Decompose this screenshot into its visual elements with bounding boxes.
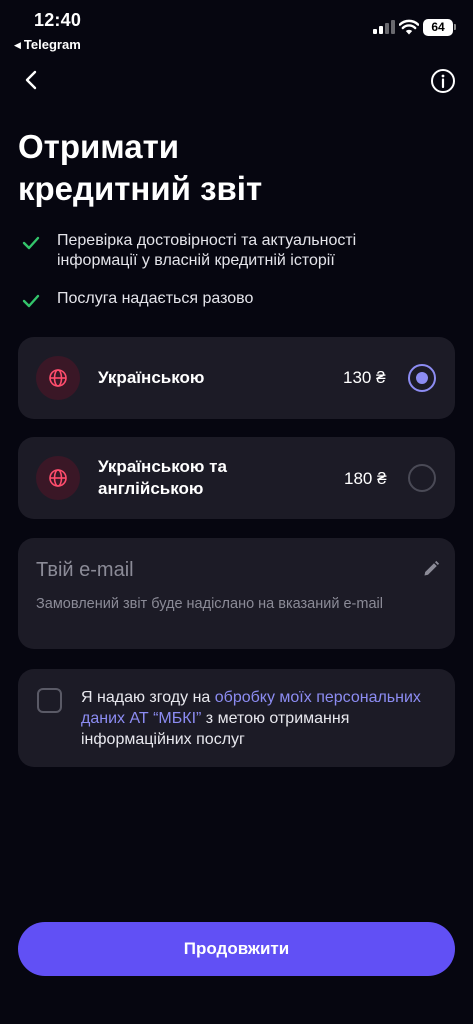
benefit-text: Послуга надається разово — [57, 290, 254, 307]
consent-text: Я надаю згоду на обробку моїх персональн… — [81, 687, 431, 750]
globe-icon-wrap — [36, 456, 80, 500]
option-label: Українською — [98, 368, 205, 387]
email-hint: Замовлений звіт буде надіслано на вказан… — [36, 596, 383, 612]
option-label-line2: англійською — [98, 479, 204, 498]
consent-checkbox[interactable] — [37, 688, 62, 713]
language-option-ukrainian-english[interactable]: Українською та англійською 180 ₴ — [18, 437, 455, 519]
chevron-left-icon[interactable] — [20, 68, 44, 92]
option-price: 180 ₴ — [344, 469, 387, 488]
check-icon — [22, 294, 40, 308]
back-to-app-link[interactable]: ◀ Telegram — [14, 37, 81, 52]
consent-card: Я надаю згоду на обробку моїх персональн… — [18, 669, 455, 767]
info-icon[interactable] — [430, 68, 456, 94]
consent-text-before: Я надаю згоду на — [81, 689, 215, 706]
back-app-label: Telegram — [23, 37, 81, 52]
page-title-line2: кредитний звіт — [18, 170, 263, 207]
status-bar: 12:40 ◀ Telegram 64 — [0, 0, 473, 56]
benefit-item: Перевірка достовірності та актуальності … — [22, 231, 417, 271]
option-price: 130 ₴ — [343, 368, 386, 387]
globe-icon — [49, 369, 67, 387]
benefit-text: Перевірка достовірності та актуальності … — [57, 232, 357, 269]
language-option-ukrainian[interactable]: Українською 130 ₴ — [18, 337, 455, 419]
radio-unselected[interactable] — [408, 464, 436, 492]
pencil-icon[interactable] — [422, 560, 440, 578]
page-title: Отримати кредитний звіт — [18, 126, 438, 210]
battery-icon: 64 — [423, 19, 453, 36]
wifi-icon — [399, 19, 419, 35]
globe-icon — [49, 469, 67, 487]
continue-button[interactable]: Продовжити — [18, 922, 455, 976]
radio-selected[interactable] — [408, 364, 436, 392]
battery-tip — [454, 24, 456, 30]
option-label-line1: Українською та — [98, 457, 227, 476]
cellular-signal-icon — [373, 20, 395, 34]
benefit-item: Послуга надається разово — [22, 289, 417, 309]
option-label: Українською та англійською — [98, 456, 227, 500]
check-icon — [22, 236, 40, 250]
email-input[interactable] — [36, 556, 416, 584]
status-time: 12:40 — [34, 10, 82, 30]
email-card: Замовлений звіт буде надіслано на вказан… — [18, 538, 455, 649]
globe-icon-wrap — [36, 356, 80, 400]
back-triangle-icon: ◀ — [14, 40, 21, 50]
page-title-line1: Отримати — [18, 128, 180, 165]
